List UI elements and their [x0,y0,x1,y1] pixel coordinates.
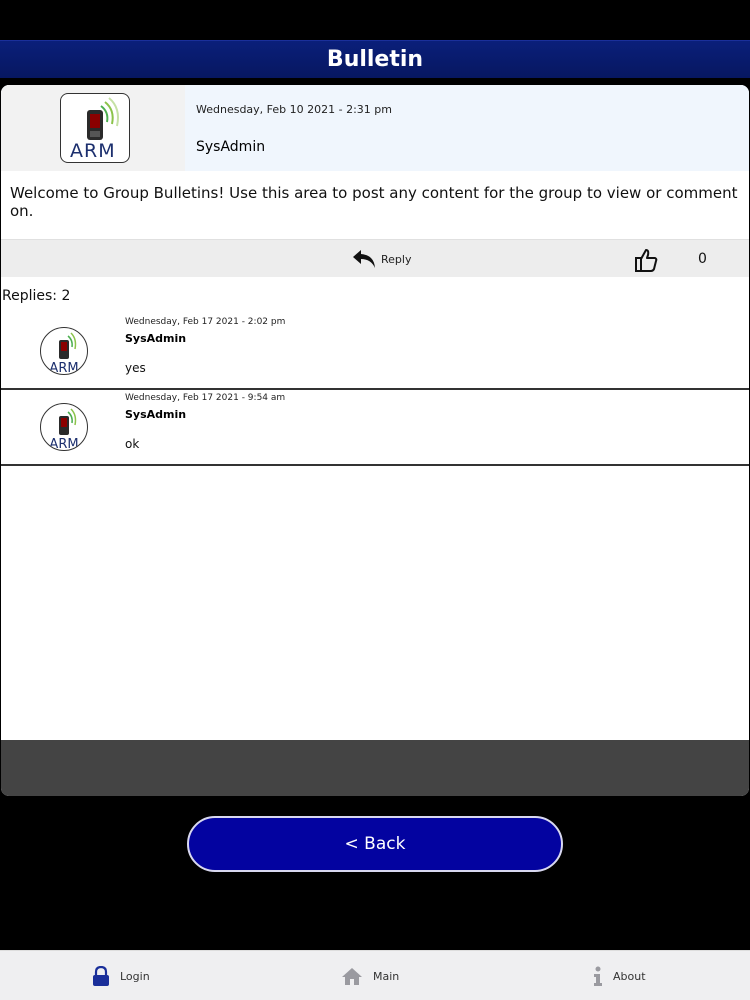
like-button[interactable] [633,247,659,273]
post-date: Wednesday, Feb 10 2021 - 2:31 pm [196,103,392,116]
like-count: 0 [698,251,707,267]
tab-about-label: About [613,969,646,983]
post-body: Welcome to Group Bulletins! Use this are… [10,184,738,220]
post-action-bar: Reply 0 [1,239,749,277]
arm-logo: ARM [60,93,130,163]
tab-login-label: Login [120,969,150,983]
thumbs-up-icon [635,249,658,272]
card-footer [1,740,749,796]
tab-login[interactable]: Login [92,951,150,1000]
tab-main-label: Main [373,969,400,983]
replies-count: Replies: 2 [2,288,71,304]
tab-main[interactable]: Main [341,951,399,1000]
reply-button[interactable]: Reply [351,247,411,271]
reply-text: ok [125,437,140,451]
reply-author: SysAdmin [125,332,187,345]
reply-author: SysAdmin [125,408,187,421]
bottom-tab-bar: Login Main About [0,950,750,1000]
post-author: SysAdmin [196,139,266,155]
reply-date: Wednesday, Feb 17 2021 - 9:54 am [125,393,286,403]
back-button[interactable]: < Back [187,816,563,872]
post-logo-area: ARM [1,85,185,171]
reply-date: Wednesday, Feb 17 2021 - 2:02 pm [125,317,286,327]
tab-about[interactable]: About [593,951,646,1000]
post-header: ARM Wednesday, Feb 10 2021 - 2:31 pm Sys… [1,85,749,171]
page-title: Bulletin [326,47,424,72]
reply-text: yes [125,361,146,375]
app-screen: Bulletin ARM Wednesday, Feb 10 2021 - 2: [0,0,750,1000]
avatar: ARM [40,403,88,451]
lock-icon [93,966,109,986]
info-icon [594,966,602,986]
reply-label: Reply [381,252,412,266]
svg-text:ARM: ARM [49,437,78,450]
logo-text: ARM [70,140,116,162]
svg-text:ARM: ARM [49,361,78,374]
reply-arrow-icon [353,250,375,268]
avatar: ARM [40,327,88,375]
reply-item: ARM Wednesday, Feb 17 2021 - 2:02 pm Sys… [1,314,749,390]
title-bar: Bulletin [0,40,750,78]
bulletin-card: ARM Wednesday, Feb 10 2021 - 2:31 pm Sys… [1,85,749,796]
reply-item: ARM Wednesday, Feb 17 2021 - 9:54 am Sys… [1,390,749,466]
home-icon [342,968,362,985]
